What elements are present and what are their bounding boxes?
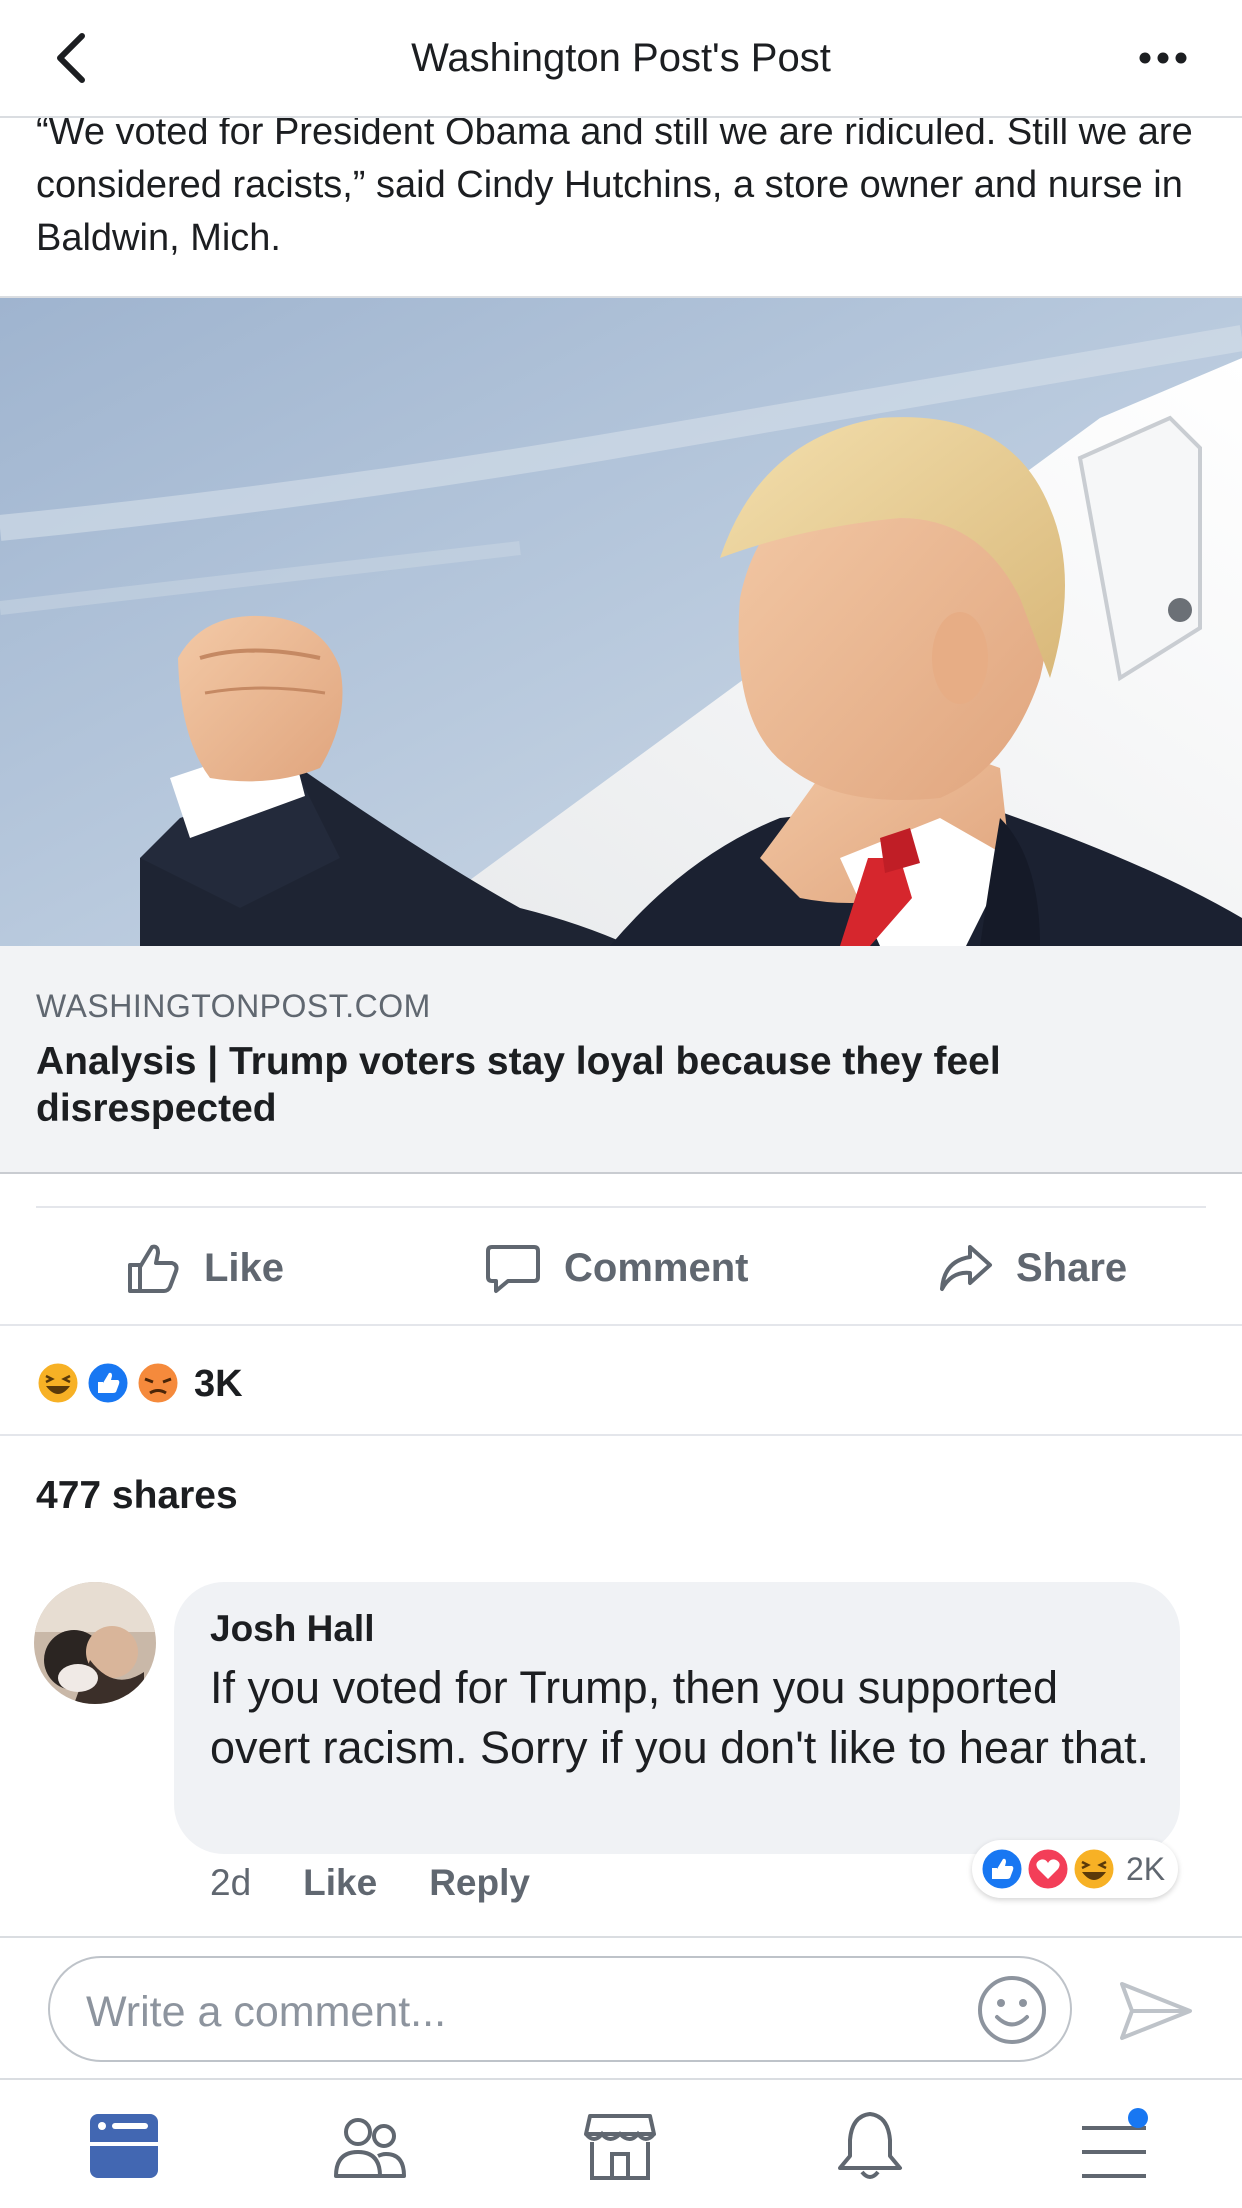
angry-icon — [135, 1360, 181, 1406]
like-label: Like — [204, 1245, 285, 1290]
emoji-icon[interactable] — [976, 1974, 1048, 2046]
comment-input[interactable]: Write a comment... — [48, 1956, 1072, 2062]
share-button[interactable]: Share — [936, 1238, 1127, 1298]
menu-notification-dot — [1128, 2108, 1148, 2128]
menu-icon[interactable] — [1076, 2106, 1156, 2186]
avatar[interactable] — [34, 1582, 156, 1704]
comment-icon — [486, 1245, 540, 1293]
share-label: Share — [1016, 1245, 1128, 1290]
post-text: “We voted for President Obama and still … — [36, 111, 1193, 259]
haha-icon — [1071, 1846, 1117, 1892]
reactions-summary[interactable]: 3K — [0, 1326, 1242, 1436]
like-icon — [979, 1846, 1025, 1892]
link-preview-card[interactable]: WASHINGTONPOST.COM Analysis | Trump vote… — [0, 296, 1242, 1174]
news-feed-icon[interactable] — [84, 2106, 164, 2186]
love-icon — [1025, 1846, 1071, 1892]
comment-reactions[interactable]: 2K — [972, 1840, 1178, 1898]
top-bar: Washington Post's Post — [0, 0, 1242, 118]
comment-author[interactable]: Josh Hall — [210, 1608, 375, 1650]
reaction-count: 3K — [194, 1363, 243, 1405]
shares-count[interactable]: 477 shares — [36, 1474, 238, 1518]
bottom-nav — [0, 2078, 1242, 2208]
send-icon[interactable] — [1116, 1978, 1196, 2044]
article-photo[interactable] — [0, 298, 1242, 946]
page-title: Washington Post's Post — [411, 36, 831, 80]
share-icon — [940, 1245, 992, 1291]
like-icon — [85, 1360, 131, 1406]
comment-input-placeholder: Write a comment... — [86, 1988, 447, 2036]
link-domain: WASHINGTONPOST.COM — [36, 988, 431, 1024]
comment-composer-bar: Write a comment... — [0, 1936, 1242, 2078]
post-actions: Like Comment Share — [0, 1208, 1242, 1326]
comment-time: 2d — [210, 1862, 252, 1903]
comment-button[interactable]: Comment — [484, 1238, 748, 1298]
comment-reaction-icons — [979, 1846, 1117, 1892]
comment-bubble[interactable]: Josh Hall If you voted for Trump, then y… — [174, 1582, 1180, 1854]
haha-icon — [35, 1360, 81, 1406]
comment-meta: 2d Like Reply — [210, 1862, 530, 1904]
reaction-icons — [35, 1360, 181, 1406]
thumbs-up-icon — [128, 1244, 179, 1293]
comment-reaction-count: 2K — [1126, 1850, 1166, 1887]
comment-text: If you voted for Trump, then you support… — [210, 1662, 1149, 1773]
more-horizontal-icon[interactable] — [1128, 30, 1198, 86]
like-button[interactable]: Like — [124, 1238, 284, 1298]
comment-reply-button[interactable]: Reply — [429, 1862, 530, 1904]
friends-icon[interactable] — [330, 2106, 410, 2186]
marketplace-icon[interactable] — [580, 2106, 660, 2186]
notifications-icon[interactable] — [830, 2106, 910, 2186]
link-title[interactable]: Analysis | Trump voters stay loyal becau… — [36, 1038, 1206, 1132]
comment-label: Comment — [564, 1245, 749, 1290]
comment-like-button[interactable]: Like — [303, 1862, 377, 1904]
